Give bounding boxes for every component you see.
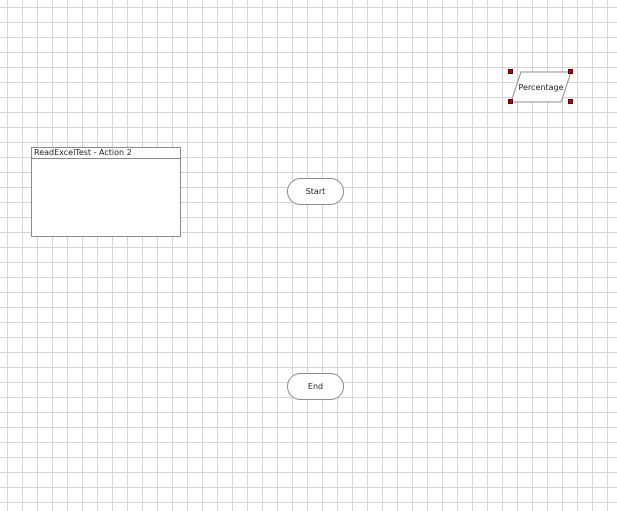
end-terminal[interactable]: End [287, 373, 344, 400]
resize-handle-top-right[interactable] [568, 69, 573, 74]
action-page-frame[interactable]: ReadExcelTest - Action 2 [31, 147, 181, 237]
resize-handle-bottom-left[interactable] [508, 99, 513, 104]
start-terminal[interactable]: Start [287, 178, 344, 205]
data-shape-percentage[interactable]: Percentage [508, 69, 574, 105]
data-shape-label: Percentage [518, 82, 564, 92]
action-page-title: ReadExcelTest - Action 2 [32, 148, 180, 159]
flowchart-canvas[interactable]: ReadExcelTest - Action 2 Start End Perce… [0, 0, 617, 511]
resize-handle-bottom-right[interactable] [568, 99, 573, 104]
resize-handle-top-left[interactable] [508, 69, 513, 74]
